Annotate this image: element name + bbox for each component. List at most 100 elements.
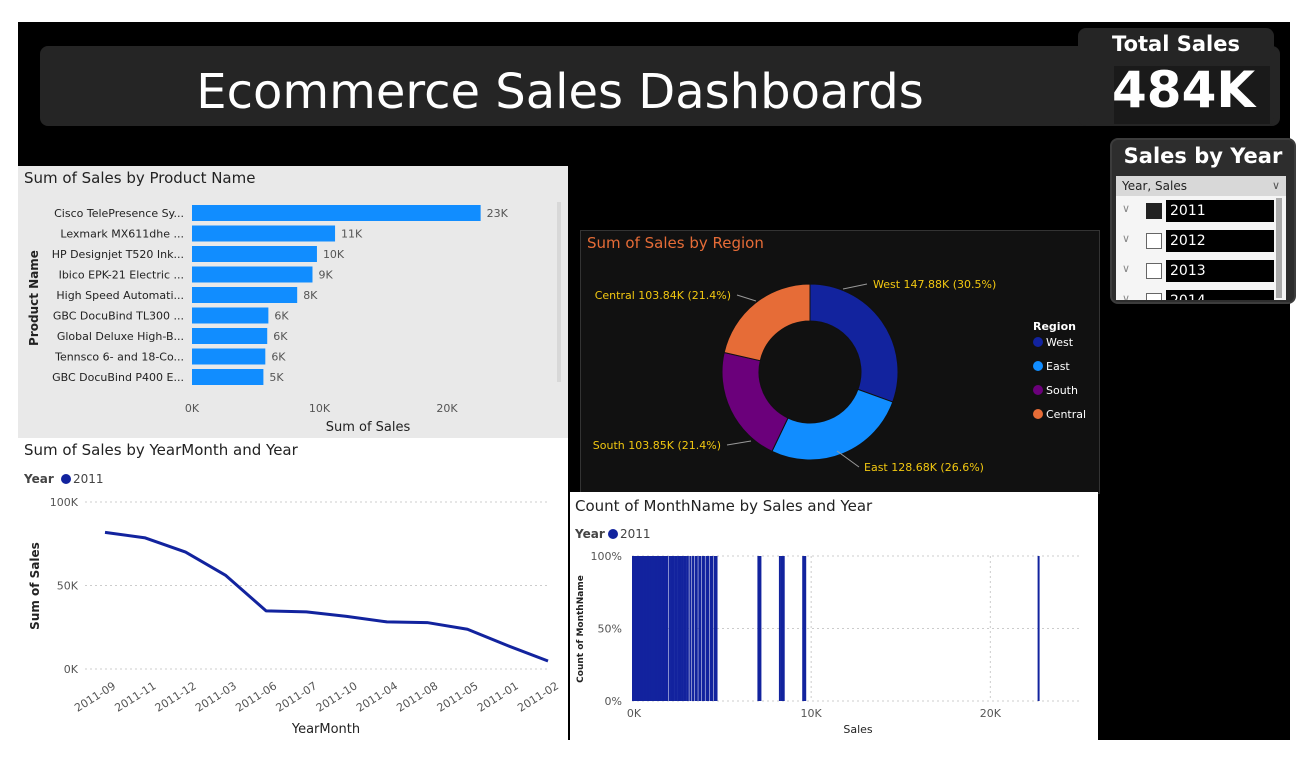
count-y-tick: 0% <box>605 695 622 708</box>
count-bar <box>698 556 702 701</box>
donut-data-label: South 103.85K (21.4%) <box>593 439 721 452</box>
count-legend-marker <box>608 529 618 539</box>
donut-leader-line <box>842 283 868 290</box>
monthname-count-chart-panel[interactable]: Count of MonthName by Sales and Year Yea… <box>570 492 1098 740</box>
product-data-label: 8K <box>303 289 318 302</box>
product-sales-chart-panel[interactable]: Sum of Sales by Product Name Cisco TeleP… <box>18 166 568 438</box>
donut-leader-line <box>726 440 752 446</box>
line-x-tick: 2011-02 <box>515 679 561 714</box>
count-bar <box>672 556 675 701</box>
slicer-body: Year, Sales ∨ ∨ 2011 ∨ 2012 ∨ 2013 ∨ 201… <box>1116 176 1286 300</box>
line-y-tick: 100K <box>50 496 79 509</box>
chevron-down-icon[interactable]: ∨ <box>1272 176 1280 196</box>
product-bar <box>192 348 266 365</box>
region-legend-label: South <box>1046 384 1078 397</box>
count-x-tick: 20K <box>980 707 1002 720</box>
product-bar <box>192 225 336 242</box>
product-tick-label: Cisco TelePresence Sy... <box>54 207 184 220</box>
sales-by-year-slicer[interactable]: Sales by Year Year, Sales ∨ ∨ 2011 ∨ 201… <box>1110 138 1296 304</box>
count-bar <box>681 556 684 701</box>
count-bar <box>679 556 682 701</box>
donut-data-label: Central 103.84K (21.4%) <box>595 289 731 302</box>
checkbox-2013[interactable] <box>1146 263 1162 279</box>
donut-leader-line <box>736 294 757 302</box>
checkbox-2012[interactable] <box>1146 233 1162 249</box>
count-bar <box>668 556 671 701</box>
count-legend-title: Year <box>574 527 605 541</box>
product-tick-label: GBC DocuBind TL300 ... <box>53 310 184 323</box>
line-x-tick: 2011-01 <box>475 679 521 714</box>
count-bar <box>666 556 669 701</box>
count-bar <box>692 556 695 701</box>
line-x-tick: 2011-12 <box>153 679 199 714</box>
product-bar <box>192 307 269 324</box>
count-bar <box>701 556 705 701</box>
total-sales-value: 484K <box>1112 61 1256 119</box>
count-bar <box>705 556 710 701</box>
product-data-label: 6K <box>271 351 286 364</box>
line-legend-marker <box>61 474 71 484</box>
slicer-item-label: 2013 <box>1166 260 1274 282</box>
line-y-axis-title: Sum of Sales <box>28 542 42 630</box>
line-x-tick: 2011-06 <box>233 679 279 714</box>
slicer-item-2011[interactable]: ∨ 2011 <box>1116 196 1286 226</box>
page-title: Ecommerce Sales Dashboards <box>196 64 924 120</box>
slicer-header[interactable]: Year, Sales ∨ <box>1116 176 1286 196</box>
count-x-tick: 0K <box>627 707 642 720</box>
count-bar <box>670 556 673 701</box>
expand-chevron-icon[interactable]: ∨ <box>1122 262 1130 275</box>
region-sales-chart-panel[interactable]: Sum of Sales by Region West 147.88K (30.… <box>580 230 1100 494</box>
product-x-axis-title: Sum of Sales <box>326 420 411 435</box>
count-bar <box>694 556 698 701</box>
slicer-item-2014[interactable]: ∨ 2014 <box>1116 286 1286 300</box>
expand-chevron-icon[interactable]: ∨ <box>1122 202 1130 215</box>
count-y-tick: 50% <box>598 623 622 636</box>
count-bar <box>778 556 781 701</box>
product-data-label: 9K <box>318 269 333 282</box>
product-tick-label: Global Deluxe High-B... <box>57 330 184 343</box>
expand-chevron-icon[interactable]: ∨ <box>1122 232 1130 245</box>
count-y-tick: 100% <box>591 550 622 563</box>
count-bar <box>684 556 687 701</box>
product-data-label: 11K <box>341 228 363 241</box>
line-series-2011 <box>104 530 549 663</box>
checkbox-2014[interactable] <box>1146 293 1162 300</box>
line-x-axis-title: YearMonth <box>291 722 360 737</box>
count-bar <box>675 556 678 701</box>
slicer-scrollbar[interactable] <box>1276 198 1282 298</box>
line-legend-title: Year <box>23 472 54 486</box>
yearmonth-line-chart: Year 20110K50K100K2011-092011-112011-1220… <box>23 472 561 737</box>
line-x-tick: 2011-07 <box>274 679 320 714</box>
slicer-item-2013[interactable]: ∨ 2013 <box>1116 256 1286 286</box>
checkbox-2011[interactable] <box>1146 203 1162 219</box>
product-bar <box>192 328 268 344</box>
region-legend-label: East <box>1046 360 1070 373</box>
count-bar <box>709 556 714 701</box>
product-bar <box>192 246 317 262</box>
product-bar <box>192 266 313 283</box>
count-bar <box>674 556 677 701</box>
slicer-title: Sales by Year <box>1123 144 1283 168</box>
region-legend-marker <box>1033 337 1043 347</box>
slicer-item-label: 2014 <box>1166 290 1274 300</box>
yearmonth-sales-chart-panel[interactable]: Sum of Sales by YearMonth and Year Year 2… <box>18 438 568 740</box>
count-bar <box>713 556 718 701</box>
product-tick-label: Ibico EPK-21 Electric ... <box>59 269 184 282</box>
line-x-tick: 2011-11 <box>112 679 158 714</box>
line-x-tick: 2011-04 <box>354 679 400 714</box>
count-bar <box>686 556 689 701</box>
count-bar <box>757 556 762 701</box>
product-y-axis-title: Product Name <box>27 250 41 346</box>
slicer-item-2012[interactable]: ∨ 2012 <box>1116 226 1286 256</box>
product-tick-label: HP Designjet T520 Ink... <box>52 248 184 261</box>
count-y-axis-title: Count of MonthName <box>576 575 586 683</box>
product-tick-label: GBC DocuBind P400 E... <box>52 371 184 384</box>
region-legend-label: Central <box>1046 408 1086 421</box>
product-data-label: 5K <box>269 371 284 384</box>
expand-chevron-icon[interactable]: ∨ <box>1122 292 1130 300</box>
product-bar-chart: Cisco TelePresence Sy... 23K Lexmark MX611… <box>27 202 561 435</box>
region-legend-marker <box>1033 385 1043 395</box>
line-y-tick: 50K <box>57 580 79 593</box>
donut-data-label: West 147.88K (30.5%) <box>873 278 996 291</box>
line-legend-label: 2011 <box>73 472 104 486</box>
